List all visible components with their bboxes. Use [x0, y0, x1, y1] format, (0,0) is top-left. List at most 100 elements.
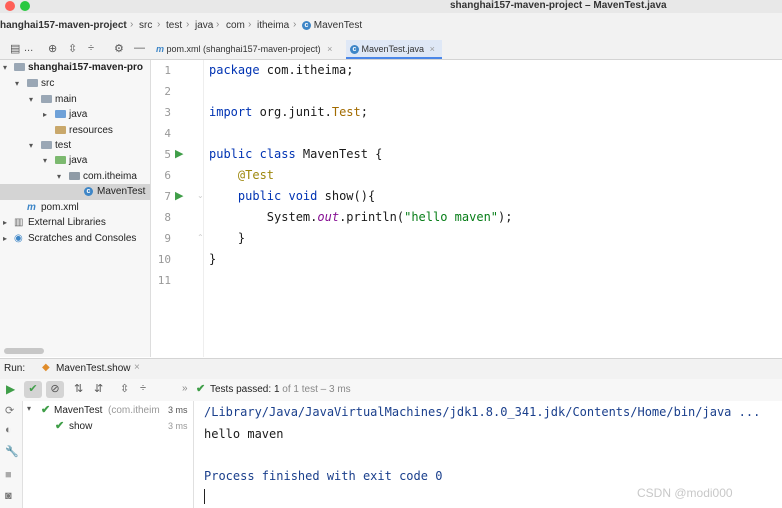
- tree-item-project[interactable]: ▾ shanghai157-maven-pro: [0, 60, 150, 76]
- chevron-right-icon[interactable]: ▸: [43, 107, 47, 123]
- run-config-icon: ◆: [42, 362, 50, 373]
- collapse-all-icon[interactable]: ÷: [140, 382, 146, 394]
- breadcrumb-maventest[interactable]: c MavenTest: [302, 20, 362, 31]
- fold-icon[interactable]: ⌃: [197, 233, 204, 242]
- tests-passed-icon: ✔: [196, 383, 206, 395]
- run-test-icon[interactable]: ▶: [175, 189, 183, 202]
- console-line: hello maven: [204, 427, 284, 441]
- class-icon: c: [302, 20, 311, 30]
- run-label: Run:: [4, 363, 26, 374]
- line-number: 7: [164, 190, 171, 203]
- expand-all-icon[interactable]: ⇳: [120, 382, 129, 395]
- chevron-right-icon[interactable]: ▸: [3, 215, 7, 231]
- more-icon[interactable]: »: [182, 383, 188, 394]
- code-editor[interactable]: package com.itheima; import org.junit.Te…: [204, 60, 782, 357]
- line-number: 5: [164, 148, 171, 161]
- test-case-row[interactable]: ✔ show 3 ms: [23, 418, 193, 434]
- chevron-down-icon[interactable]: ▾: [3, 60, 7, 76]
- tree-item-label: MavenTest: [97, 186, 146, 197]
- close-tab-icon[interactable]: ×: [134, 362, 140, 373]
- expand-all-icon[interactable]: ⇳: [68, 42, 77, 55]
- tree-item-test[interactable]: ▾ test: [0, 138, 150, 154]
- console-line: Process finished with exit code 0: [204, 469, 443, 483]
- tree-item-maventest[interactable]: c MavenTest: [0, 184, 150, 200]
- stop-icon[interactable]: ■: [5, 469, 12, 481]
- tree-item-label: com.itheima: [83, 171, 137, 182]
- text-cursor: [204, 489, 205, 504]
- tab-maventest-java[interactable]: c MavenTest.java ×: [346, 40, 442, 59]
- chevron-right-icon: ›: [248, 19, 252, 30]
- breadcrumb-com[interactable]: com: [226, 20, 245, 31]
- tree-item-scratches[interactable]: ▸ ◉ Scratches and Consoles: [0, 231, 150, 247]
- chevron-down-icon[interactable]: ▾: [57, 169, 61, 185]
- tree-item-external-libraries[interactable]: ▸ ▥ External Libraries: [0, 215, 150, 231]
- chevron-right-icon: ›: [216, 19, 220, 30]
- run-test-icon[interactable]: ▶: [175, 147, 183, 160]
- test-status-count: 1: [273, 384, 280, 395]
- tree-item-main[interactable]: ▾ main: [0, 92, 150, 108]
- breadcrumb-src[interactable]: src: [139, 20, 152, 31]
- test-status-rest: of 1 test: [282, 384, 318, 395]
- code-line-7: public void show(){: [237, 189, 376, 203]
- breadcrumb-java[interactable]: java: [195, 20, 213, 31]
- breadcrumb-test[interactable]: test: [166, 20, 182, 31]
- sort-duration-icon[interactable]: ⇵: [94, 382, 103, 395]
- tab-pom-xml[interactable]: m pom.xml (shanghai157-maven-project) ×: [156, 40, 342, 59]
- chevron-right-icon: ›: [186, 19, 190, 30]
- rerun-icon[interactable]: ▶: [6, 382, 15, 396]
- tree-item-label: test: [55, 140, 72, 151]
- class-icon: c: [350, 45, 359, 55]
- camera-icon[interactable]: ◙: [5, 490, 12, 502]
- show-ignored-icon[interactable]: ⊘: [46, 381, 64, 398]
- breadcrumb-project[interactable]: hanghai157-maven-project: [0, 20, 127, 31]
- close-tab-icon[interactable]: ×: [327, 44, 332, 54]
- locate-icon[interactable]: ⊕: [48, 42, 57, 55]
- test-results-tree: ▾ ✔ MavenTest (com.itheim 3 ms ✔ show 3 …: [23, 401, 194, 508]
- tree-item-java-test[interactable]: ▾ java: [0, 153, 150, 169]
- run-config-tab[interactable]: MavenTest.show: [56, 363, 130, 374]
- horizontal-scrollbar[interactable]: [4, 348, 44, 354]
- chevron-down-icon[interactable]: ▾: [27, 404, 31, 413]
- chevron-down-icon[interactable]: ▾: [43, 153, 47, 169]
- test-case-time: 3 ms: [168, 421, 188, 431]
- folder-icon: [27, 76, 38, 92]
- hide-icon[interactable]: —: [134, 42, 145, 54]
- libraries-icon: ▥: [14, 217, 24, 228]
- maximize-window-icon[interactable]: [20, 1, 30, 11]
- toggle-autotest-icon[interactable]: ◐: [5, 424, 12, 436]
- tree-item-pom[interactable]: m pom.xml: [0, 200, 150, 216]
- collapse-all-icon[interactable]: ÷: [88, 42, 94, 54]
- tree-item-src[interactable]: ▾ src: [0, 76, 150, 92]
- chevron-down-icon[interactable]: ▾: [29, 92, 33, 108]
- tree-item-resources[interactable]: resources: [0, 123, 150, 139]
- line-number: 3: [164, 106, 171, 119]
- tree-item-package[interactable]: ▾ com.itheima: [0, 169, 150, 185]
- project-view-label[interactable]: ...: [24, 42, 33, 54]
- tree-item-label: pom.xml: [41, 202, 79, 213]
- tree-item-label: src: [41, 78, 55, 89]
- wrench-icon[interactable]: 🔧: [5, 445, 19, 458]
- scratches-icon: ◉: [14, 233, 23, 244]
- show-passed-icon[interactable]: ✔: [24, 381, 42, 398]
- project-view-icon[interactable]: ▤: [10, 42, 20, 55]
- close-tab-icon[interactable]: ×: [430, 44, 435, 54]
- tree-item-java-main[interactable]: ▸ java: [0, 107, 150, 123]
- rerun-failed-icon[interactable]: ⟳: [5, 404, 14, 417]
- gear-icon[interactable]: ⚙: [114, 42, 124, 55]
- chevron-down-icon[interactable]: ▾: [29, 138, 33, 154]
- line-number: 10: [157, 253, 171, 266]
- chevron-right-icon: ›: [293, 19, 297, 30]
- test-status: Tests passed: 1 of 1 test – 3 ms: [210, 384, 351, 395]
- line-number: 2: [164, 85, 171, 98]
- breadcrumb-itheima[interactable]: itheima: [257, 20, 289, 31]
- run-side-strip: ⟳ ◐ 🔧 ■ ◙: [0, 401, 23, 508]
- close-window-icon[interactable]: [5, 1, 15, 11]
- sort-alpha-icon[interactable]: ⇅: [74, 382, 83, 395]
- code-line-6: @Test: [237, 168, 275, 182]
- tree-item-label: Scratches and Consoles: [28, 233, 137, 244]
- chevron-down-icon[interactable]: ▾: [15, 76, 19, 92]
- fold-icon[interactable]: ⌄: [197, 191, 204, 200]
- line-number: 8: [164, 211, 171, 224]
- chevron-right-icon[interactable]: ▸: [3, 231, 7, 247]
- test-suite-row[interactable]: ▾ ✔ MavenTest (com.itheim 3 ms: [23, 402, 193, 418]
